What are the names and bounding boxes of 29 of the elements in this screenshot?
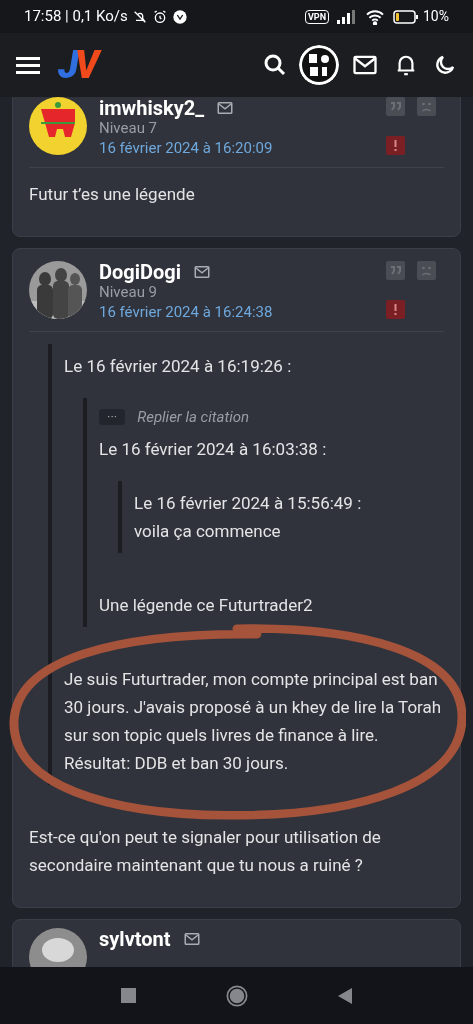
author-name[interactable]: DogiDogi (99, 261, 181, 283)
post-text: Une légende ce Futurtrader2 (99, 593, 314, 617)
collapse-quote-link[interactable]: Replier la citation (137, 406, 250, 429)
status-time: 17:58 | 0,1 Ko/s (24, 6, 128, 28)
post-date[interactable]: 16 février 2024 à 16:24:38 (99, 302, 374, 322)
battery-icon (393, 9, 419, 24)
post-text: Je suis Futurtrader, mon compte principal est ban 30 jours. J'avais proposé à un khey de lire la Torah sur son topic quels livres de finance à lire. Résultat: DDB et ban 30 jours. (64, 667, 443, 775)
user-level: Niveau 9 (99, 283, 159, 302)
vpn-badge: VPN (304, 9, 329, 24)
back-icon[interactable] (338, 987, 352, 1004)
collapse-toggle[interactable]: ··· (99, 409, 126, 426)
menu-icon[interactable] (16, 54, 42, 76)
post-text: Le 16 février 2024 à 15:56:49 : voila ça commence (134, 491, 363, 543)
post-date[interactable]: 16 février 2024 à 16:20:09 (99, 138, 374, 158)
post-text: Est-ce qu'on peut te signaler pour utilisation de secondaire maintenant que tu nous a ruiné ? (29, 825, 382, 877)
post-text: Le 16 février 2024 à 16:19:26 : (64, 355, 293, 378)
home-icon[interactable] (226, 984, 248, 1007)
post-text: Futur t’es une légende (29, 183, 196, 206)
post-text: Le 16 février 2024 à 16:03:38 : (99, 437, 328, 461)
search-icon[interactable] (263, 53, 287, 77)
battery-percent: 10% (423, 7, 449, 26)
moon-icon[interactable] (433, 53, 457, 77)
report-icon[interactable] (386, 136, 405, 155)
author-name[interactable]: sylvtont (99, 927, 171, 950)
signal-icon (337, 9, 357, 24)
author-name[interactable]: imwhisky2_ (99, 97, 205, 119)
report-icon[interactable] (386, 300, 405, 319)
user-level: Niveau 7 (99, 119, 159, 138)
wifi-icon (365, 8, 385, 25)
